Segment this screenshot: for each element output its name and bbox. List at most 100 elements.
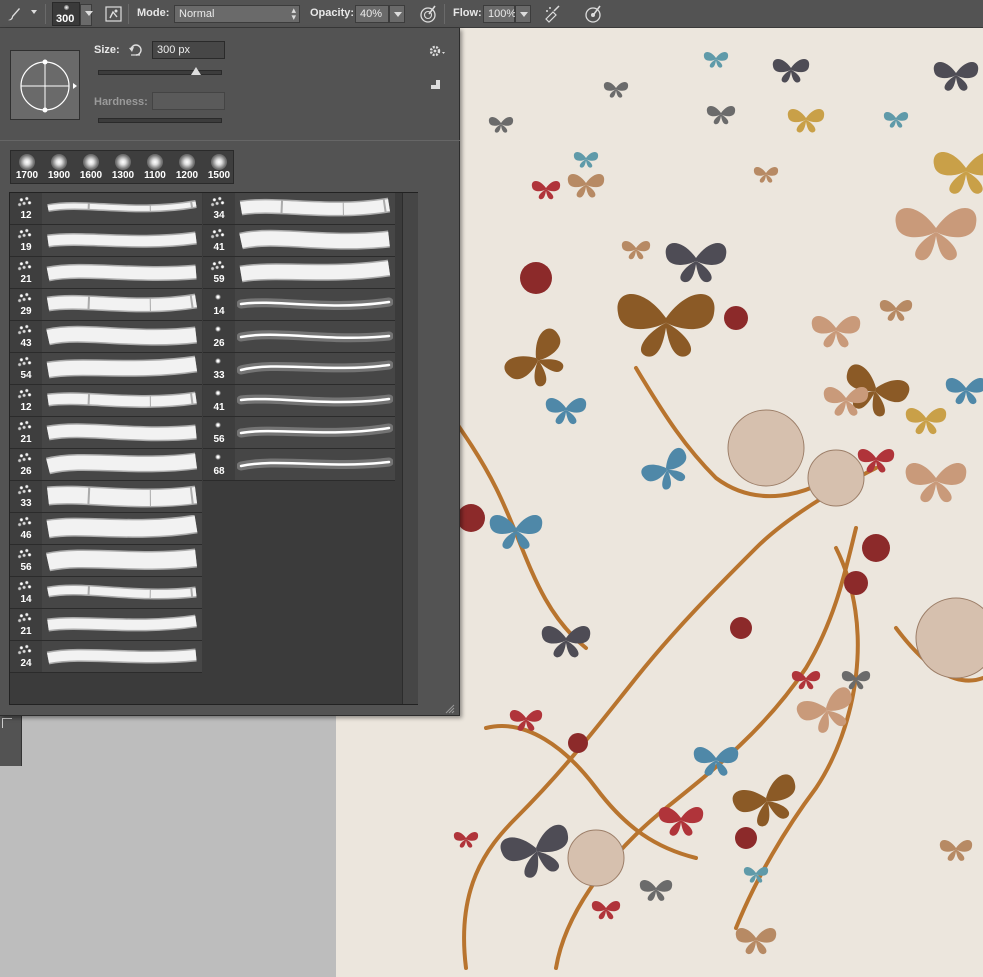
brush-preset-size: 26 bbox=[20, 466, 32, 477]
recent-brush-preset[interactable]: 1900 bbox=[43, 151, 75, 183]
brush-preset-item[interactable]: 59 bbox=[203, 257, 395, 289]
recent-brush-preset[interactable]: 1300 bbox=[107, 151, 139, 183]
color-swatch-icon[interactable] bbox=[2, 718, 12, 728]
brush-preset-size: 41 bbox=[213, 402, 225, 413]
brush-stroke-preview bbox=[237, 297, 393, 310]
updown-icon: ▴ ▾ bbox=[291, 5, 296, 22]
brush-preset-item[interactable]: 14 bbox=[203, 289, 395, 321]
soft-round-brush-icon bbox=[179, 154, 195, 170]
brush-preset-item[interactable]: 12 bbox=[10, 385, 202, 417]
reset-size-icon[interactable] bbox=[128, 42, 144, 58]
brush-preset-size: 29 bbox=[20, 306, 32, 317]
mode-label: Mode: bbox=[137, 7, 170, 19]
brush-preset-item[interactable]: 14 bbox=[10, 577, 202, 609]
brush-preset-item[interactable]: 68 bbox=[203, 449, 395, 481]
brush-stroke-preview bbox=[45, 452, 198, 475]
brush-preset-item[interactable]: 21 bbox=[10, 609, 202, 641]
brush-list-scrollbar[interactable] bbox=[402, 193, 418, 704]
brush-stroke-preview bbox=[47, 200, 197, 213]
brush-preset-size: 19 bbox=[20, 242, 32, 253]
brush-preset-item[interactable]: 26 bbox=[203, 321, 395, 353]
gear-icon[interactable] bbox=[428, 43, 446, 59]
pressure-opacity-icon[interactable] bbox=[418, 4, 438, 24]
brush-preset-item[interactable]: 24 bbox=[10, 641, 202, 673]
brush-preset-item[interactable]: 33 bbox=[10, 481, 202, 513]
brush-preset-item[interactable]: 34 bbox=[203, 193, 395, 225]
brush-preset-item[interactable]: 19 bbox=[10, 225, 202, 257]
brush-stroke-preview bbox=[237, 457, 393, 471]
brush-preset-item[interactable]: 29 bbox=[10, 289, 202, 321]
recent-brushes-strip: 1700 1900 1600 1300 1100 1200 1500 bbox=[10, 150, 234, 184]
brush-preset-item[interactable]: 26 bbox=[10, 449, 202, 481]
brush-stroke-preview bbox=[47, 614, 197, 632]
brush-preset-size: 54 bbox=[20, 370, 32, 381]
size-input[interactable]: 300 px bbox=[152, 41, 225, 59]
flow-field[interactable]: 100% bbox=[483, 5, 517, 23]
recent-brush-preset[interactable]: 1500 bbox=[203, 151, 235, 183]
brush-preset-item[interactable]: 54 bbox=[10, 353, 202, 385]
preset-size: 1700 bbox=[15, 170, 39, 181]
airbrush-icon[interactable] bbox=[543, 4, 563, 24]
soft-round-brush-icon bbox=[51, 154, 67, 170]
tool-preset-dropdown[interactable] bbox=[31, 10, 37, 14]
brush-preset-size: 59 bbox=[213, 274, 225, 285]
brush-preset-size: 43 bbox=[20, 338, 32, 349]
brush-preset-size: 24 bbox=[20, 658, 32, 669]
brush-preset-item[interactable]: 46 bbox=[10, 513, 202, 545]
opacity-field[interactable]: 40% bbox=[355, 5, 389, 23]
size-slider[interactable] bbox=[98, 67, 222, 75]
brush-preset-size: 21 bbox=[20, 626, 32, 637]
hardness-input bbox=[152, 92, 225, 110]
flow-slider-dropdown[interactable] bbox=[515, 5, 531, 23]
hardness-slider bbox=[98, 118, 222, 123]
brush-preset-size: 21 bbox=[20, 274, 32, 285]
brush-preset-item[interactable]: 41 bbox=[203, 225, 395, 257]
brush-preset-item[interactable]: 56 bbox=[203, 417, 395, 449]
brush-angle-preview[interactable] bbox=[10, 50, 80, 120]
flow-value: 100% bbox=[488, 8, 517, 20]
recent-brush-preset[interactable]: 1200 bbox=[171, 151, 203, 183]
new-preset-icon[interactable] bbox=[430, 78, 442, 90]
soft-round-brush-icon bbox=[115, 154, 131, 170]
mode-select[interactable]: Normal ▴ ▾ bbox=[174, 5, 300, 23]
brush-icon[interactable] bbox=[4, 4, 24, 24]
recent-brush-preset[interactable]: 1600 bbox=[75, 151, 107, 183]
brush-stroke-preview bbox=[46, 515, 198, 539]
preset-size: 1500 bbox=[207, 170, 231, 181]
brush-preset-item[interactable]: 21 bbox=[10, 257, 202, 289]
brush-preset-item[interactable]: 21 bbox=[10, 417, 202, 449]
brush-preset-size: 34 bbox=[213, 210, 225, 221]
size-slider-thumb[interactable] bbox=[190, 67, 201, 75]
flow-label: Flow: bbox=[453, 7, 482, 19]
brush-preset-size: 33 bbox=[213, 370, 225, 381]
recent-brush-preset[interactable]: 1100 bbox=[139, 151, 171, 183]
brush-stroke-preview bbox=[46, 584, 197, 600]
preset-size: 1300 bbox=[111, 170, 135, 181]
pressure-size-icon[interactable] bbox=[583, 4, 603, 24]
brush-preset-item[interactable]: 33 bbox=[203, 353, 395, 385]
brush-stroke-preview bbox=[239, 259, 391, 283]
brush-size-preset-picker[interactable]: 300 bbox=[52, 2, 80, 26]
opacity-slider-dropdown[interactable] bbox=[389, 5, 405, 23]
recent-brush-preset[interactable]: 1700 bbox=[11, 151, 43, 183]
preset-size: 1900 bbox=[47, 170, 71, 181]
mode-value: Normal bbox=[179, 8, 215, 20]
brush-preset-size: 56 bbox=[213, 434, 225, 445]
brush-preset-item[interactable]: 12 bbox=[10, 193, 202, 225]
brush-preset-item[interactable]: 56 bbox=[10, 545, 202, 577]
soft-round-brush-icon bbox=[211, 154, 227, 170]
brush-stroke-preview bbox=[46, 325, 197, 346]
brush-stroke-preview bbox=[237, 423, 393, 438]
brush-preset-dropdown[interactable] bbox=[80, 4, 93, 26]
soft-round-brush-icon bbox=[147, 154, 163, 170]
brush-stroke-preview bbox=[46, 485, 198, 508]
brush-preset-item[interactable]: 41 bbox=[203, 385, 395, 417]
preset-size: 1100 bbox=[144, 170, 166, 181]
brush-panel-toggle-icon[interactable] bbox=[104, 4, 124, 24]
brush-stroke-preview bbox=[47, 391, 197, 408]
size-value: 300 px bbox=[157, 44, 191, 56]
panel-resize-grip-icon[interactable] bbox=[445, 701, 455, 714]
brush-stroke-preview bbox=[239, 197, 391, 217]
brush-preset-item[interactable]: 43 bbox=[10, 321, 202, 353]
brush-preset-size: 41 bbox=[213, 242, 225, 253]
